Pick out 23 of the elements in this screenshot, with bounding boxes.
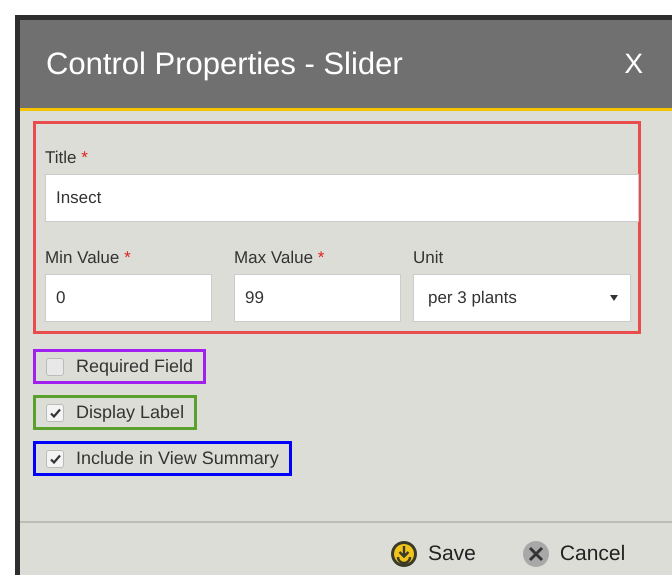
save-button[interactable]: Save bbox=[390, 540, 476, 568]
cancel-button[interactable]: Cancel bbox=[522, 540, 626, 568]
check-icon bbox=[50, 454, 60, 464]
dropdown[interactable]: per 3 plants bbox=[413, 274, 631, 322]
input-field[interactable]: 99 bbox=[234, 274, 401, 322]
input-field[interactable]: 0 bbox=[45, 274, 212, 322]
checkbox[interactable] bbox=[46, 404, 64, 422]
close-button[interactable]: X bbox=[624, 48, 643, 80]
field-label: Min Value * bbox=[45, 248, 132, 268]
checkbox-label: Include in View Summary bbox=[76, 448, 279, 469]
dialog-title: Control Properties - Slider bbox=[46, 46, 404, 82]
field-label: Title * bbox=[45, 148, 89, 168]
field-label: Unit bbox=[413, 248, 444, 268]
check-icon bbox=[50, 408, 60, 418]
close-icon bbox=[522, 540, 550, 568]
input-field[interactable]: Insect bbox=[45, 174, 639, 222]
checkbox-label: Required Field bbox=[76, 356, 194, 377]
download-icon bbox=[390, 540, 418, 568]
field-label: Max Value * bbox=[234, 248, 326, 268]
checkbox-label: Display Label bbox=[76, 402, 184, 423]
checkbox[interactable] bbox=[46, 358, 64, 376]
caret-icon bbox=[610, 295, 618, 301]
checkbox[interactable] bbox=[46, 450, 64, 468]
